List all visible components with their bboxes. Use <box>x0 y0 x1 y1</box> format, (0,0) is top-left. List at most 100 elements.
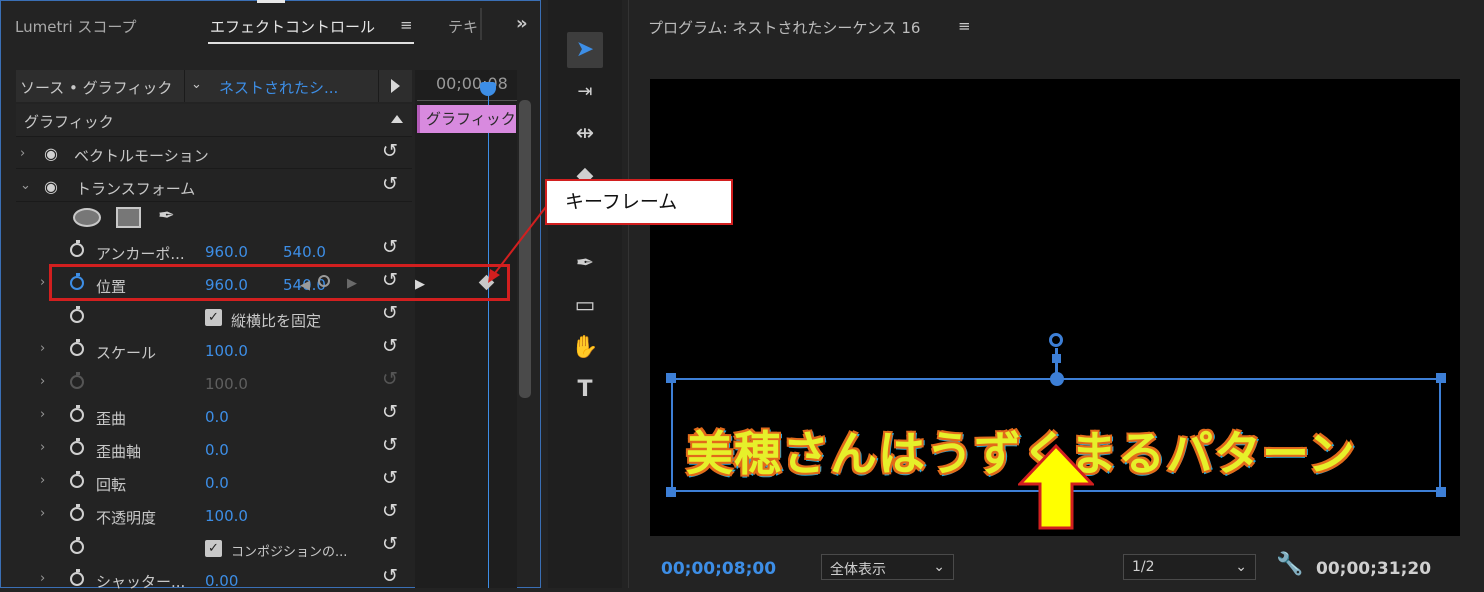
eye-icon[interactable]: ◉ <box>44 144 58 163</box>
keyframe-callout: キーフレーム <box>545 179 733 225</box>
skew-value[interactable]: 0.0 <box>205 408 229 426</box>
reset-icon[interactable]: ↺ <box>382 335 398 357</box>
reset-icon[interactable]: ↺ <box>382 401 398 423</box>
up-arrow-annotation <box>1018 444 1094 530</box>
stopwatch-icon[interactable] <box>70 504 84 521</box>
expand-opacity-icon[interactable]: › <box>40 506 45 521</box>
collapse-transform-icon[interactable]: ⌄ <box>20 178 31 193</box>
reset-icon[interactable]: ↺ <box>382 434 398 456</box>
tab-effect-controls[interactable]: エフェクトコントロール <box>210 16 375 37</box>
clip-dropdown-chevron-icon[interactable]: ⌄ <box>191 77 202 92</box>
sequence-clip-link[interactable]: ネストされたシ... <box>219 77 338 98</box>
scale-value[interactable]: 100.0 <box>205 342 248 360</box>
duration-timecode: 00;00;31;20 <box>1316 559 1432 579</box>
overflow-tabs-icon[interactable]: » <box>516 13 528 34</box>
reset-icon[interactable]: ↺ <box>382 565 398 587</box>
timeline-timecode: 00;00;08 <box>436 74 508 93</box>
graphic-clip-bar[interactable]: グラフィック <box>417 105 516 133</box>
active-tab-underline <box>208 42 414 44</box>
program-title: プログラム: ネストされたシーケンス 16 <box>648 19 921 37</box>
pen-tool-icon[interactable]: ✒ <box>567 246 603 282</box>
selection-tool-icon[interactable]: ➤ <box>567 32 603 68</box>
stopwatch-icon[interactable] <box>70 306 84 323</box>
expand-scale-width-icon[interactable]: › <box>40 374 45 389</box>
top-center-handle[interactable] <box>1050 372 1064 386</box>
uniform-scale-label: 縦横比を固定 <box>231 312 322 330</box>
opacity-value[interactable]: 100.0 <box>205 507 248 525</box>
hand-tool-icon[interactable]: ✋ <box>567 330 603 366</box>
anchor-handle[interactable] <box>1052 354 1061 363</box>
resize-handle[interactable] <box>666 487 676 497</box>
eye-icon[interactable]: ◉ <box>44 177 58 196</box>
expand-vector-motion-icon[interactable]: › <box>20 146 25 161</box>
ellipse-mask-icon[interactable] <box>73 208 101 227</box>
section-title: グラフィック <box>24 113 114 131</box>
transform-label: トランスフォーム <box>76 180 196 198</box>
rectangle-mask-icon[interactable] <box>116 207 141 228</box>
chevron-down-icon: ⌄ <box>933 559 945 575</box>
panel-menu-icon[interactable]: ≡ <box>400 16 413 34</box>
pen-mask-icon[interactable]: ✒ <box>158 203 175 227</box>
stopwatch-icon[interactable] <box>70 569 84 586</box>
anchor-point-label: アンカーポ... <box>96 245 185 263</box>
chevron-down-icon: ⌄ <box>1235 559 1247 575</box>
row-separator <box>16 168 412 169</box>
expand-position-icon[interactable]: › <box>40 275 45 290</box>
resize-handle[interactable] <box>666 373 676 383</box>
mini-timeline <box>415 70 517 588</box>
type-tool-icon[interactable]: T <box>567 372 603 408</box>
stopwatch-icon[interactable] <box>70 471 84 488</box>
resolution-dropdown[interactable]: 1/2 ⌄ <box>1123 554 1256 580</box>
collapse-section-icon[interactable] <box>391 115 403 123</box>
skew-axis-label: 歪曲軸 <box>96 443 142 461</box>
tab-lumetri-scopes[interactable]: Lumetri スコープ <box>15 16 137 37</box>
source-divider <box>184 70 185 102</box>
expand-skew-icon[interactable]: › <box>40 407 45 422</box>
reset-icon[interactable]: ↺ <box>382 236 398 258</box>
reset-icon[interactable]: ↺ <box>382 140 398 162</box>
tab-divider <box>480 8 482 40</box>
anchor-x-value[interactable]: 960.0 <box>205 243 248 261</box>
stopwatch-icon[interactable] <box>70 537 84 554</box>
rotation-value[interactable]: 0.0 <box>205 474 229 492</box>
timeline-ruler <box>417 92 517 101</box>
reset-icon[interactable]: ↺ <box>382 467 398 489</box>
reset-icon[interactable]: ↺ <box>382 173 398 195</box>
play-divider <box>378 70 379 102</box>
playhead-line <box>488 96 489 588</box>
rectangle-tool-icon[interactable]: ▭ <box>567 288 603 324</box>
stopwatch-icon[interactable] <box>70 405 84 422</box>
comp-shutter-checkbox[interactable]: ✓ <box>205 540 222 557</box>
stopwatch-icon[interactable] <box>70 240 84 257</box>
rotation-handle[interactable] <box>1049 333 1063 347</box>
stopwatch-icon[interactable] <box>70 438 84 455</box>
scale-label: スケール <box>96 344 157 362</box>
skew-axis-value[interactable]: 0.0 <box>205 441 229 459</box>
ripple-edit-tool-icon[interactable]: ⇹ <box>567 116 603 152</box>
current-timecode[interactable]: 00;00;08;00 <box>661 559 776 579</box>
expand-skew-axis-icon[interactable]: › <box>40 440 45 455</box>
reset-icon[interactable]: ↺ <box>382 533 398 555</box>
stopwatch-icon[interactable] <box>70 339 84 356</box>
resize-handle[interactable] <box>1436 373 1446 383</box>
reset-icon[interactable]: ↺ <box>382 500 398 522</box>
panel-drag-marker <box>257 0 285 3</box>
play-only-clip-icon[interactable] <box>391 79 400 93</box>
anchor-y-value[interactable]: 540.0 <box>283 243 326 261</box>
expand-rotation-icon[interactable]: › <box>40 473 45 488</box>
reset-icon[interactable]: ↺ <box>382 302 398 324</box>
shutter-angle-label: シャッター... <box>96 573 186 591</box>
expand-shutter-icon[interactable]: › <box>40 571 45 586</box>
source-label: ソース • グラフィック <box>20 79 173 97</box>
program-menu-icon[interactable]: ≡ <box>958 17 971 35</box>
wrench-icon[interactable]: 🔧 <box>1276 552 1303 577</box>
zoom-dropdown[interactable]: 全体表示 ⌄ <box>821 554 954 580</box>
uniform-scale-checkbox[interactable]: ✓ <box>205 309 222 326</box>
comp-shutter-label: コンポジションの... <box>231 545 348 560</box>
tab-text[interactable]: テキ <box>448 16 478 37</box>
resize-handle[interactable] <box>1436 487 1446 497</box>
expand-scale-icon[interactable]: › <box>40 341 45 356</box>
opacity-label: 不透明度 <box>96 509 157 527</box>
track-select-tool-icon[interactable]: ⇥ <box>567 74 603 110</box>
shutter-angle-value[interactable]: 0.00 <box>205 572 238 590</box>
